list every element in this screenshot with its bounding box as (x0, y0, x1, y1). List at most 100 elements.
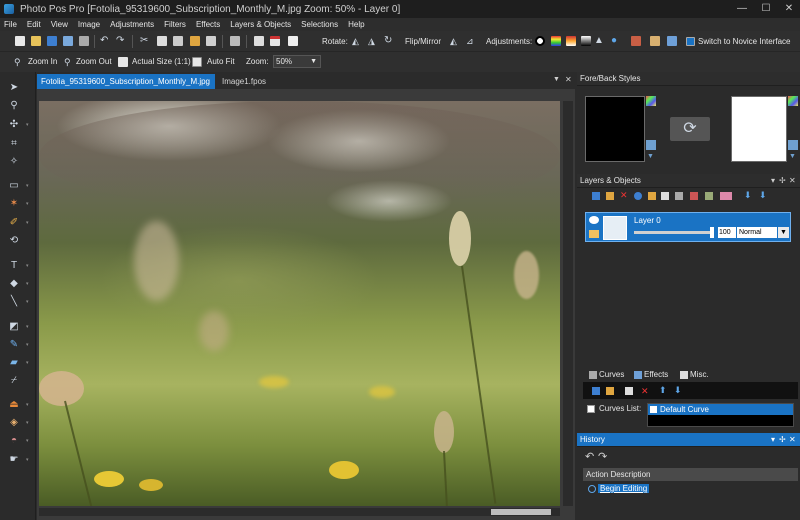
flip-vertical-icon[interactable]: ⊿ (466, 36, 476, 46)
switch-novice-link[interactable]: Switch to Novice Interface (698, 37, 790, 46)
new-layer-icon[interactable] (661, 192, 669, 200)
swap-colors-button[interactable]: ⟳ (670, 117, 710, 141)
resize-icon[interactable] (254, 36, 264, 46)
zoom-in-icon[interactable]: ⚲ (14, 57, 24, 67)
select-arrow-icon[interactable]: ➤ (8, 82, 20, 93)
auto-fit-button[interactable]: Auto Fit (207, 57, 235, 66)
chevron-down-icon[interactable]: ▾ (26, 324, 32, 330)
actual-size-button[interactable]: Actual Size (1:1) (132, 57, 191, 66)
foreground-color-swatch[interactable] (585, 96, 645, 162)
layer-row[interactable]: Layer 0 100 Normal ▼ (585, 212, 791, 242)
chevron-down-icon[interactable]: ▾ (26, 402, 32, 408)
paint-bucket-icon[interactable]: ◩ (8, 321, 20, 332)
move-up-icon[interactable]: ⬆ (659, 385, 667, 396)
opacity-field[interactable]: 100 (718, 227, 736, 238)
duplicate-layer-icon[interactable] (648, 192, 656, 200)
menu-adjustments[interactable]: Adjustments (105, 20, 159, 29)
chevron-down-icon[interactable]: ▾ (26, 299, 32, 305)
cut-icon[interactable]: ✂ (140, 36, 150, 46)
style-picker-icon[interactable] (646, 140, 656, 150)
horizontal-scrollbar[interactable] (39, 508, 560, 516)
image-canvas[interactable] (39, 101, 560, 506)
menu-help[interactable]: Help (343, 20, 369, 29)
text-tool-icon[interactable]: T (8, 260, 20, 271)
new-curve-icon[interactable] (625, 387, 633, 395)
scrollbar-thumb[interactable] (491, 509, 551, 515)
photo-effect-icon[interactable] (650, 36, 660, 46)
copy-icon[interactable] (157, 36, 167, 46)
blend-mode-select[interactable]: Normal (737, 227, 777, 238)
opacity-slider[interactable] (634, 231, 714, 234)
layer-properties-icon[interactable] (634, 192, 642, 200)
chevron-down-icon[interactable]: ▼ (789, 153, 796, 160)
shape-tool-icon[interactable]: ◆ (8, 278, 20, 289)
paste-layer-icon[interactable] (206, 36, 216, 46)
chevron-down-icon[interactable]: ▾ (26, 457, 32, 463)
chevron-down-icon[interactable]: ▾ (26, 263, 32, 269)
crop-icon[interactable] (230, 36, 240, 46)
panel-menu-icon[interactable]: ▾ (771, 174, 775, 188)
move-layer-bottom-icon[interactable]: ⬇ (759, 190, 767, 201)
zoom-out-button[interactable]: Zoom Out (76, 57, 112, 66)
open-layer-icon[interactable] (606, 192, 614, 200)
lock-icon[interactable] (589, 230, 599, 238)
zoom-tool-icon[interactable]: ⚲ (8, 100, 20, 111)
maximize-button[interactable]: ☐ (754, 0, 778, 18)
image-effect-icon[interactable] (667, 36, 677, 46)
vertical-scrollbar[interactable] (563, 101, 573, 506)
menu-file[interactable]: File (0, 20, 22, 29)
chevron-down-icon[interactable]: ▾ (26, 122, 32, 128)
eyedropper-icon[interactable]: ⌿ (8, 375, 20, 386)
background-color-swatch[interactable] (731, 96, 787, 162)
layer-mask-icon[interactable] (720, 192, 732, 200)
chevron-down-icon[interactable]: ▼ (778, 227, 789, 238)
zoom-out-icon[interactable]: ⚲ (64, 57, 74, 67)
chevron-down-icon[interactable]: ▾ (26, 183, 32, 189)
chevron-down-icon[interactable]: ▾ (26, 220, 32, 226)
merge-layer-icon[interactable] (675, 192, 683, 200)
color-balance-icon[interactable] (551, 36, 561, 46)
chevron-down-icon[interactable]: ▾ (26, 360, 32, 366)
panel-menu-icon[interactable]: ▾ (771, 433, 775, 447)
hue-saturation-icon[interactable] (566, 36, 576, 46)
palette-icon[interactable] (646, 96, 656, 106)
red-eye-icon[interactable] (631, 36, 641, 46)
delete-layer-icon[interactable]: ✕ (620, 190, 628, 201)
curve-list[interactable]: Default Curve (647, 403, 794, 427)
canvas-size-icon[interactable] (270, 36, 280, 46)
crop-tool-icon[interactable]: ⌗ (8, 138, 20, 149)
chevron-down-icon[interactable]: ▾ (26, 281, 32, 287)
brightness-contrast-icon[interactable] (535, 36, 545, 46)
delete-curve-icon[interactable]: ✕ (641, 386, 649, 397)
actual-size-icon[interactable] (118, 57, 128, 67)
close-panel-icon[interactable]: ✕ (789, 174, 796, 188)
style-picker-icon[interactable] (788, 140, 798, 150)
tab-list-icon[interactable]: ▼ (553, 76, 560, 83)
menu-layers-objects[interactable]: Layers & Objects (225, 20, 296, 29)
save-layer-icon[interactable] (592, 192, 600, 200)
eraser-icon[interactable]: ▰ (8, 357, 20, 368)
close-document-icon[interactable]: ✕ (565, 75, 572, 84)
novice-interface-icon[interactable] (686, 37, 695, 46)
rotate-left-icon[interactable]: ◭ (352, 36, 362, 46)
flatten-icon[interactable] (690, 192, 698, 200)
transform-icon[interactable]: ⟲ (8, 235, 20, 246)
tab-misc[interactable]: Misc. (677, 368, 712, 382)
zoom-in-button[interactable]: Zoom In (28, 57, 57, 66)
menu-effects[interactable]: Effects (191, 20, 225, 29)
rotate-free-icon[interactable]: ↻ (384, 36, 394, 46)
frame-icon[interactable] (288, 36, 298, 46)
close-button[interactable]: ✕ (777, 0, 800, 18)
lasso-icon[interactable]: ✐ (8, 217, 20, 228)
palette-icon[interactable] (788, 96, 798, 106)
menu-selections[interactable]: Selections (296, 20, 343, 29)
magic-wand-icon[interactable]: ✶ (8, 198, 20, 209)
stamp-tool-icon[interactable]: ⏏ (8, 399, 20, 410)
curves-list-checkbox[interactable] (587, 405, 595, 413)
chevron-down-icon[interactable]: ▾ (26, 342, 32, 348)
auto-fit-icon[interactable] (192, 57, 202, 67)
chevron-down-icon[interactable]: ▾ (26, 201, 32, 207)
menu-image[interactable]: Image (73, 20, 105, 29)
levels-icon[interactable] (581, 36, 591, 46)
history-item[interactable]: Begin Editing (588, 484, 650, 493)
